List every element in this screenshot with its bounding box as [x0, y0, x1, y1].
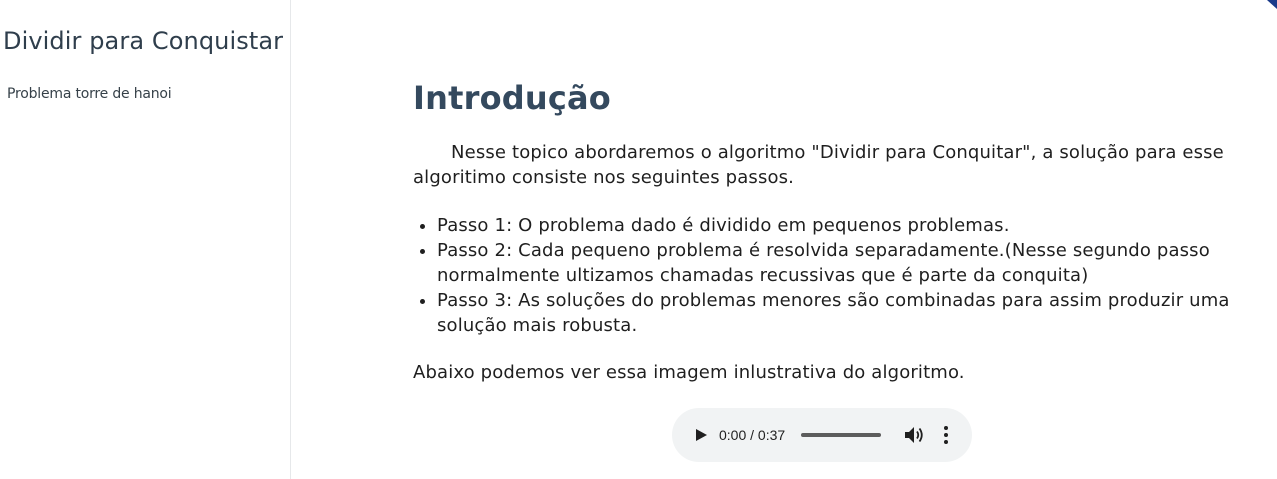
steps-list: Passo 1: O problema dado é dividido em p…	[413, 213, 1233, 338]
play-icon[interactable]	[694, 428, 708, 442]
audio-progress-slider[interactable]	[801, 433, 881, 437]
list-item: Passo 1: O problema dado é dividido em p…	[437, 213, 1233, 238]
more-vertical-icon[interactable]	[938, 425, 954, 445]
closing-paragraph: Abaixo podemos ver essa imagem inlustrat…	[413, 362, 965, 383]
corner-ribbon-icon[interactable]	[1267, 0, 1277, 9]
list-item: Passo 2: Cada pequeno problema é resolvi…	[437, 238, 1233, 288]
sidebar-item-torre-de-hanoi: Problema torre de hanoi	[7, 83, 172, 102]
sidebar-nav: Problema torre de hanoi	[7, 83, 172, 102]
volume-icon[interactable]	[904, 426, 924, 444]
sidebar-link-torre-de-hanoi[interactable]: Problema torre de hanoi	[7, 86, 172, 102]
audio-player: 0:00 / 0:37	[672, 408, 972, 462]
intro-paragraph: Nesse topico abordaremos o algoritmo "Di…	[413, 142, 1224, 188]
list-item: Passo 3: As soluções do problemas menore…	[437, 288, 1233, 338]
main-content: Introdução Nesse topico abordaremos o al…	[413, 78, 1233, 385]
page-title: Introdução	[413, 79, 611, 117]
sidebar: Dividir para Conquistar Problema torre d…	[0, 0, 291, 479]
site-title[interactable]: Dividir para Conquistar	[3, 27, 283, 55]
page: Dividir para Conquistar Problema torre d…	[0, 0, 1277, 479]
audio-time: 0:00 / 0:37	[719, 427, 786, 443]
